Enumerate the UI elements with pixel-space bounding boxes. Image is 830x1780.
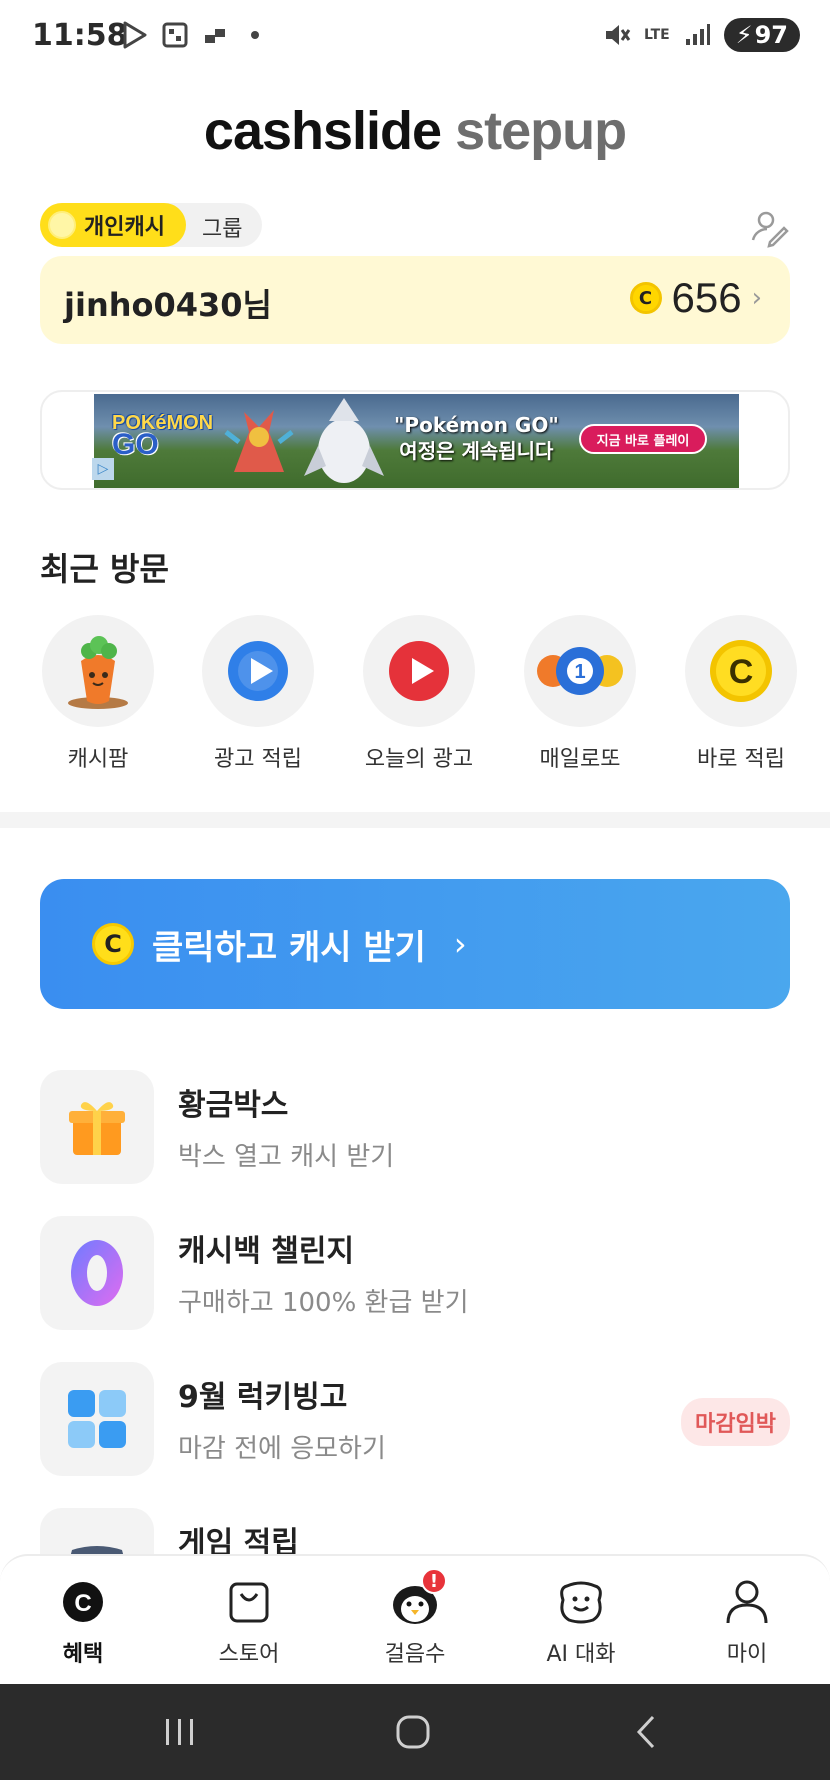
ad-headline-line1: "Pokémon GO" [394,413,559,437]
pokemon-creature-icon [224,410,294,472]
recent-apps-icon[interactable] [150,1712,210,1752]
bottom-nav: C 혜택 스토어 ! 걸음수 AI 대화 마이 [0,1554,830,1684]
toggle-knob [48,211,76,239]
signal-boost-icon [200,20,230,50]
nav-label: 혜택 [62,1642,104,1667]
list-item-lucky-bingo[interactable]: 9월 럭키빙고 마감 전에 응모하기 마감임박 [40,1362,790,1476]
status-icons-right: LTE ⚡ 97 [602,18,800,52]
section-divider [0,812,830,828]
recent-visits-title: 최근 방문 [40,550,169,588]
logo-brand-line2: GO [112,428,159,461]
logo-cashslide: cashslide [203,101,442,161]
cash-type-toggle[interactable]: 개인캐시 그룹 [40,203,262,247]
lte-icon: LTE [644,27,670,43]
deadline-badge: 마감임박 [681,1398,790,1446]
recent-item-label: 캐시팜 [67,747,129,772]
ad-banner[interactable]: POKéMON GO "Pokémon GO" 여정은 계속됩니다 지금 바로 … [40,390,790,490]
toggle-personal[interactable]: 개인캐시 [40,203,186,247]
recent-item-ad-earn[interactable]: 광고 적립 [200,615,316,773]
ad-play-button[interactable]: 지금 바로 플레이 [579,424,707,454]
blue-play-icon [202,615,314,727]
recent-item-cashfarm[interactable]: 캐시팜 [40,615,156,773]
user-card[interactable]: jinho0430님 C 656 › [40,256,790,344]
ad-headline: "Pokémon GO" 여정은 계속됩니다 [394,412,559,464]
shopping-bag-icon [225,1578,273,1626]
recent-item-label: 바로 적립 [697,747,785,772]
status-time: 11:58 [32,18,128,53]
carrot-icon [42,615,154,727]
username: jinho0430님 [64,286,272,324]
nav-label: 걸음수 [384,1642,446,1667]
nav-label: AI 대화 [546,1642,616,1667]
pokemon-go-logo: POKéMON GO [112,412,213,461]
bolt-icon: ⚡ [735,21,753,49]
list-item-title: 황금박스 [178,1088,289,1123]
back-icon[interactable] [616,1712,676,1752]
home-icon[interactable] [383,1712,443,1752]
click-cash-label: 클릭하고 캐시 받기 [152,927,426,968]
list-item-golden-box[interactable]: 황금박스 박스 열고 캐시 받기 [40,1070,790,1184]
coin-icon: C [629,282,662,314]
nav-my[interactable]: 마이 [677,1578,817,1668]
nav-store[interactable]: 스토어 [179,1578,319,1668]
adchoices-icon[interactable]: ▷ [92,458,114,480]
battery-level: 97 [754,21,788,49]
pokemon-legendary-icon [304,398,384,483]
points-value: 656 [671,274,742,321]
svg-text:C: C [74,1590,91,1617]
logo-stepup: stepup [455,101,627,161]
list-item-cashback-challenge[interactable]: 캐시백 챌린지 구매하고 100% 환급 받기 [40,1216,790,1330]
ai-chat-icon [557,1578,605,1626]
list-item-title: 캐시백 챌린지 [178,1234,355,1269]
nav-ai-chat[interactable]: AI 대화 [511,1578,651,1668]
chevron-right-icon: › [453,925,467,963]
pokemon-go-ad[interactable]: POKéMON GO "Pokémon GO" 여정은 계속됩니다 지금 바로 … [94,394,739,488]
chevron-right-icon: › [751,283,762,313]
list-item-subtitle: 구매하고 100% 환급 받기 [178,1288,469,1318]
toggle-group[interactable]: 그룹 [202,211,242,243]
nav-benefits[interactable]: C 혜택 [13,1578,153,1668]
list-item-title: 9월 럭키빙고 [178,1380,348,1415]
system-nav-bar [0,1684,830,1780]
dot-icon [240,20,270,50]
recent-visits-list: 캐시팜 광고 적립 오늘의 광고 1 매일로또 C 바로 적립 [40,615,800,775]
status-icons-left [120,20,270,50]
recent-item-today-ad[interactable]: 오늘의 광고 [361,615,477,773]
nav-steps[interactable]: ! 걸음수 [345,1568,485,1668]
points-display[interactable]: C 656 › [629,274,762,322]
status-bar: 11:58 LTE ⚡ 97 [0,0,830,74]
click-cash-button[interactable]: C 클릭하고 캐시 받기 › [40,879,790,1009]
recent-item-label: 광고 적립 [214,747,302,772]
person-icon [723,1578,771,1626]
coin-icon: C [92,923,134,965]
svg-text:1: 1 [574,661,585,683]
recent-item-instant-earn[interactable]: C 바로 적립 [683,615,799,773]
gold-coin-icon: C [685,615,797,727]
nav-label: 스토어 [218,1642,280,1667]
recent-item-lotto[interactable]: 1 매일로또 [522,615,638,773]
svg-text:C: C [729,653,754,691]
play-store-icon [120,20,150,50]
alert-badge: ! [421,1568,447,1594]
lotto-ball-icon: 1 [524,615,636,727]
profile-edit-icon[interactable] [750,208,790,248]
list-item-subtitle: 마감 전에 응모하기 [178,1434,386,1464]
bingo-grid-icon [40,1362,154,1476]
mute-icon [602,20,632,50]
signal-icon [682,20,712,50]
list-item-subtitle: 박스 열고 캐시 받기 [178,1142,395,1172]
benefit-coin-icon: C [59,1578,107,1626]
penguin-icon: ! [391,1568,447,1626]
recent-item-label: 매일로또 [539,747,621,772]
ad-headline-line2: 여정은 계속됩니다 [399,439,554,463]
recent-item-label: 오늘의 광고 [364,747,474,772]
toggle-personal-label: 개인캐시 [84,215,165,240]
qr-icon [160,20,190,50]
battery-icon: ⚡ 97 [723,18,800,52]
gift-box-icon [40,1070,154,1184]
red-play-icon [363,615,475,727]
zero-badge-icon [40,1216,154,1330]
nav-label: 마이 [726,1642,768,1667]
app-logo: cashslide stepup [0,100,830,162]
